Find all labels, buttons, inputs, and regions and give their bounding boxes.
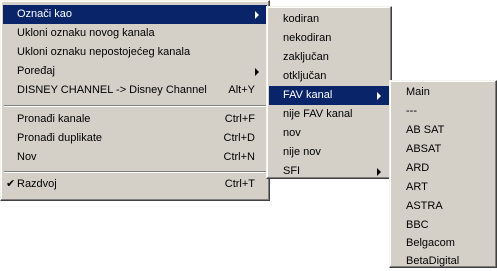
submenu-item-nije-nov[interactable]: nije nov bbox=[269, 143, 389, 162]
menu-item-label: nije FAV kanal bbox=[283, 108, 353, 120]
menu-item-razdvoj[interactable]: ✔ Razdvoj Ctrl+T bbox=[3, 175, 267, 194]
menu-item-label: --- bbox=[406, 105, 417, 117]
menu-item-label: Ukloni oznaku novog kanala bbox=[17, 27, 155, 39]
fav-item-separator-label[interactable]: --- bbox=[392, 102, 494, 121]
shortcut-label: Ctrl+D bbox=[223, 132, 255, 144]
menu-item-label: ART bbox=[406, 181, 428, 193]
menu-item-oznaci-kao[interactable]: Označi kao bbox=[3, 5, 267, 24]
menu-item-pronadi-kanale[interactable]: Pronađi kanale Ctrl+F bbox=[3, 110, 267, 129]
shortcut-label: Ctrl+F bbox=[224, 113, 255, 125]
submenu-arrow-icon bbox=[255, 68, 259, 76]
submenu-item-otkljucan[interactable]: otključan bbox=[269, 67, 389, 86]
menu-item-label: Poređaj bbox=[17, 65, 55, 77]
submenu-item-nije-fav-kanal[interactable]: nije FAV kanal bbox=[269, 105, 389, 124]
menu-item-label: SFI bbox=[283, 165, 301, 177]
checkmark-icon: ✔ bbox=[6, 178, 16, 190]
submenu-arrow-icon bbox=[377, 92, 381, 100]
submenu-item-nekodiran[interactable]: nekodiran bbox=[269, 29, 389, 48]
oznaci-kao-submenu: kodiran nekodiran zaključan otključan FA… bbox=[266, 6, 392, 179]
menu-item-label: Ukloni oznaku nepostojećeg kanala bbox=[17, 46, 191, 58]
menu-item-label: Nov bbox=[17, 151, 37, 163]
shortcut-label: Alt+Y bbox=[228, 84, 255, 96]
menu-item-label: DISNEY CHANNEL -> Disney Channel bbox=[17, 84, 207, 96]
menu-item-label: ARD bbox=[406, 162, 430, 174]
fav-item-bbc[interactable]: BBC bbox=[392, 216, 494, 235]
menu-item-label: nekodiran bbox=[283, 32, 332, 44]
menu-item-label: Main bbox=[406, 86, 430, 98]
submenu-item-nov[interactable]: nov bbox=[269, 124, 389, 143]
menu-item-poredaj[interactable]: Poređaj bbox=[3, 62, 267, 81]
menu-item-rename-disney[interactable]: DISNEY CHANNEL -> Disney Channel Alt+Y bbox=[3, 81, 267, 100]
menu-item-label: ABSAT bbox=[406, 143, 442, 155]
shortcut-label: Ctrl+T bbox=[224, 178, 255, 190]
fav-item-absat[interactable]: ABSAT bbox=[392, 140, 494, 159]
menu-item-label: FAV kanal bbox=[283, 89, 333, 101]
fav-item-ard[interactable]: ARD bbox=[392, 159, 494, 178]
fav-item-main[interactable]: Main bbox=[392, 83, 494, 102]
menu-item-nov[interactable]: Nov Ctrl+N bbox=[3, 148, 267, 167]
fav-item-ab-sat[interactable]: AB SAT bbox=[392, 121, 494, 140]
menu-item-label: ASTRA bbox=[406, 200, 443, 212]
menu-item-label: kodiran bbox=[283, 13, 320, 25]
menu-item-ukloni-oznaku-nepostojeceg-kanala[interactable]: Ukloni oznaku nepostojećeg kanala bbox=[3, 43, 267, 62]
menu-item-label: Pronađi kanale bbox=[17, 113, 91, 125]
fav-kanal-submenu: Main --- AB SAT ABSAT ARD ART ASTRA BBC … bbox=[389, 80, 497, 268]
menu-item-label: Označi kao bbox=[17, 8, 73, 20]
menu-item-pronadi-duplikate[interactable]: Pronađi duplikate Ctrl+D bbox=[3, 129, 267, 148]
menu-item-label: BBC bbox=[406, 219, 429, 231]
submenu-item-sfi[interactable]: SFI bbox=[269, 162, 389, 181]
menu-item-label: zaključan bbox=[283, 51, 329, 63]
menu-item-label: nije nov bbox=[283, 146, 321, 158]
menu-item-label: Belgacom bbox=[406, 237, 455, 249]
menu-item-ukloni-oznaku-novog-kanala[interactable]: Ukloni oznaku novog kanala bbox=[3, 24, 267, 43]
context-menu: Označi kao Ukloni oznaku novog kanala Uk… bbox=[0, 0, 270, 201]
submenu-item-zakljucan[interactable]: zaključan bbox=[269, 48, 389, 67]
submenu-item-fav-kanal[interactable]: FAV kanal bbox=[269, 86, 389, 105]
menu-item-label: Razdvoj bbox=[17, 178, 57, 190]
menu-separator bbox=[4, 105, 266, 107]
menu-item-label: otključan bbox=[283, 70, 327, 82]
shortcut-label: Ctrl+N bbox=[223, 151, 255, 163]
menu-item-label: BetaDigital bbox=[406, 255, 460, 267]
submenu-arrow-icon bbox=[255, 11, 259, 19]
fav-item-belgacom[interactable]: Belgacom bbox=[392, 234, 494, 253]
menu-item-label: nov bbox=[283, 127, 301, 139]
submenu-item-kodiran[interactable]: kodiran bbox=[269, 10, 389, 29]
fav-item-art[interactable]: ART bbox=[392, 178, 494, 197]
fav-item-betadigital[interactable]: BetaDigital bbox=[392, 252, 494, 271]
menu-separator bbox=[4, 171, 266, 173]
menu-item-label: Pronađi duplikate bbox=[17, 132, 103, 144]
fav-item-astra[interactable]: ASTRA bbox=[392, 197, 494, 216]
submenu-arrow-icon bbox=[377, 168, 381, 176]
menu-item-label: AB SAT bbox=[406, 124, 445, 136]
